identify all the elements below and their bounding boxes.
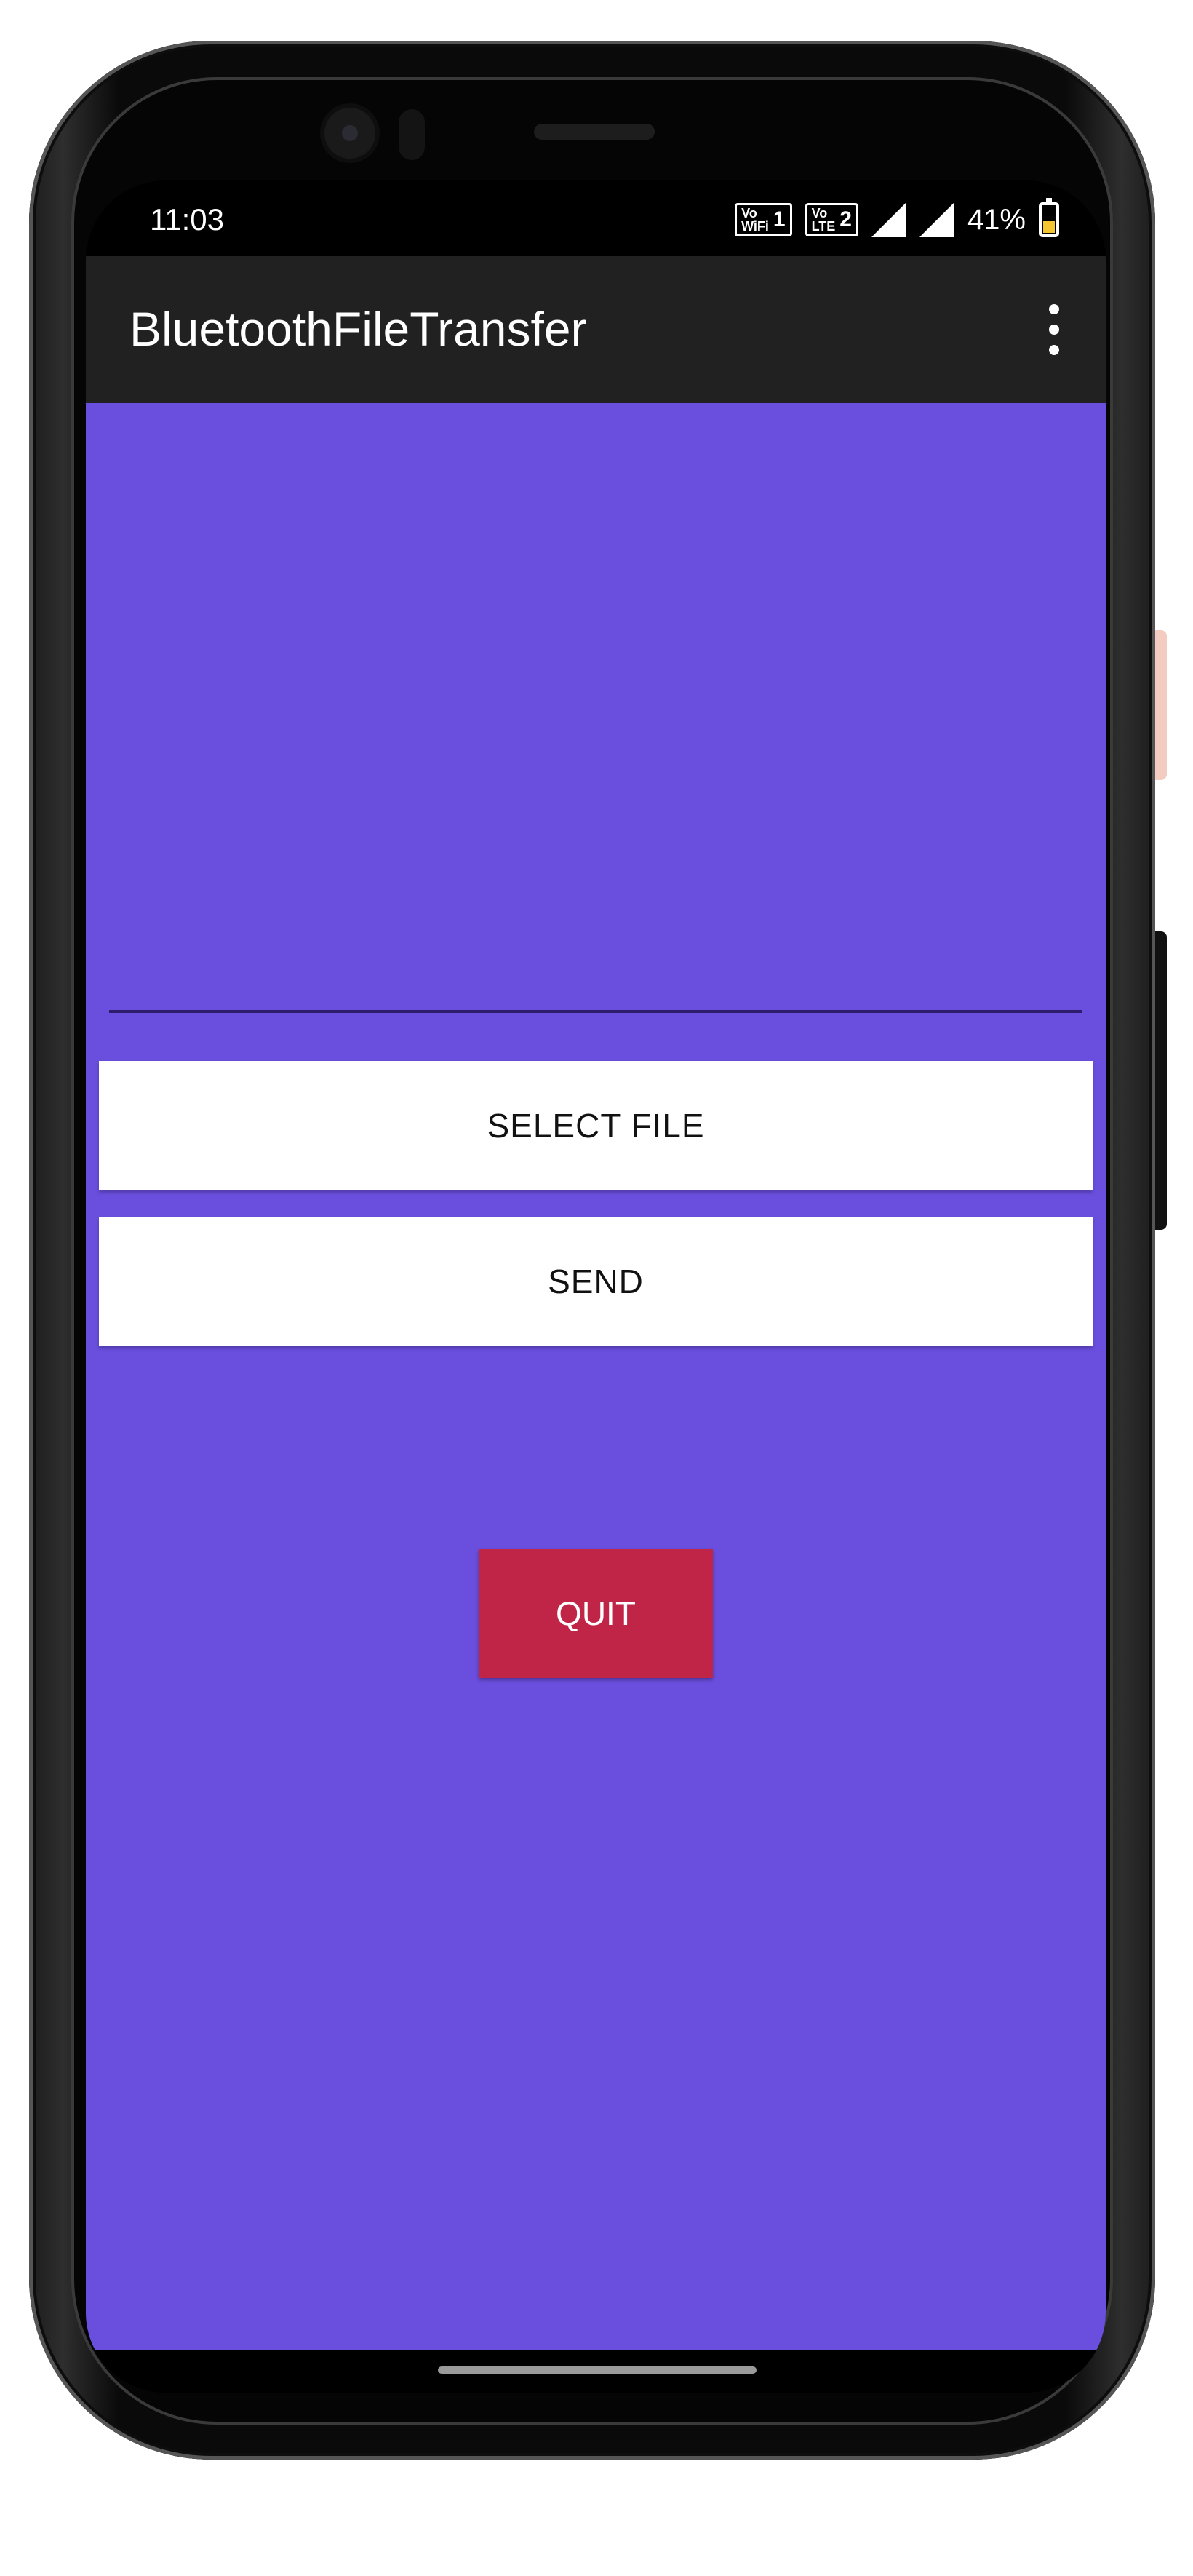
sim1-badge-num: 1 xyxy=(773,207,786,231)
status-time: 11:03 xyxy=(150,202,224,236)
sim1-badge-top: Vo xyxy=(741,206,757,220)
select-file-button[interactable]: SELECT FILE xyxy=(99,1061,1093,1190)
vowifi-sim1-icon: Vo WiFi 1 xyxy=(735,203,792,236)
main-content: SELECT FILE SEND QUIT xyxy=(86,403,1106,2350)
overflow-dot xyxy=(1049,304,1059,314)
sim2-badge-top: Vo xyxy=(811,206,828,220)
overflow-dot xyxy=(1049,325,1059,335)
sim2-badge-num: 2 xyxy=(839,207,852,231)
status-icons: Vo WiFi 1 Vo LTE 2 41% xyxy=(735,198,1059,242)
sim2-badge-bottom: LTE xyxy=(811,219,836,234)
send-button[interactable]: SEND xyxy=(99,1217,1093,1346)
screen: 11:03 Vo WiFi 1 Vo LTE 2 41% BluetoothFi… xyxy=(86,180,1106,2393)
cell-signal-1-icon xyxy=(871,202,906,237)
power-button xyxy=(1155,931,1167,1230)
device-frame-page: 11:03 Vo WiFi 1 Vo LTE 2 41% BluetoothFi… xyxy=(0,0,1193,2576)
status-bar: 11:03 Vo WiFi 1 Vo LTE 2 41% xyxy=(86,180,1106,256)
volte-sim2-icon: Vo LTE 2 xyxy=(805,203,858,236)
file-path-input-underline[interactable] xyxy=(109,1010,1082,1013)
quit-button[interactable]: QUIT xyxy=(479,1549,713,1678)
home-gesture-handle[interactable] xyxy=(438,2366,757,2374)
overflow-dot xyxy=(1049,345,1059,355)
app-bar: BluetoothFileTransfer xyxy=(86,256,1106,403)
proximity-sensor xyxy=(399,109,425,160)
more-vert-icon[interactable] xyxy=(1043,304,1065,355)
battery-charging-icon xyxy=(1039,198,1059,237)
battery-level-fill xyxy=(1043,220,1055,233)
navigation-bar xyxy=(86,2350,1106,2393)
front-camera-icon xyxy=(324,108,375,159)
volume-button xyxy=(1155,630,1167,780)
cell-signal-2-icon xyxy=(919,202,954,237)
app-title: BluetoothFileTransfer xyxy=(129,302,587,356)
earpiece-speaker xyxy=(534,124,655,140)
battery-percent: 41% xyxy=(967,203,1026,236)
sim1-badge-bottom: WiFi xyxy=(741,219,769,234)
